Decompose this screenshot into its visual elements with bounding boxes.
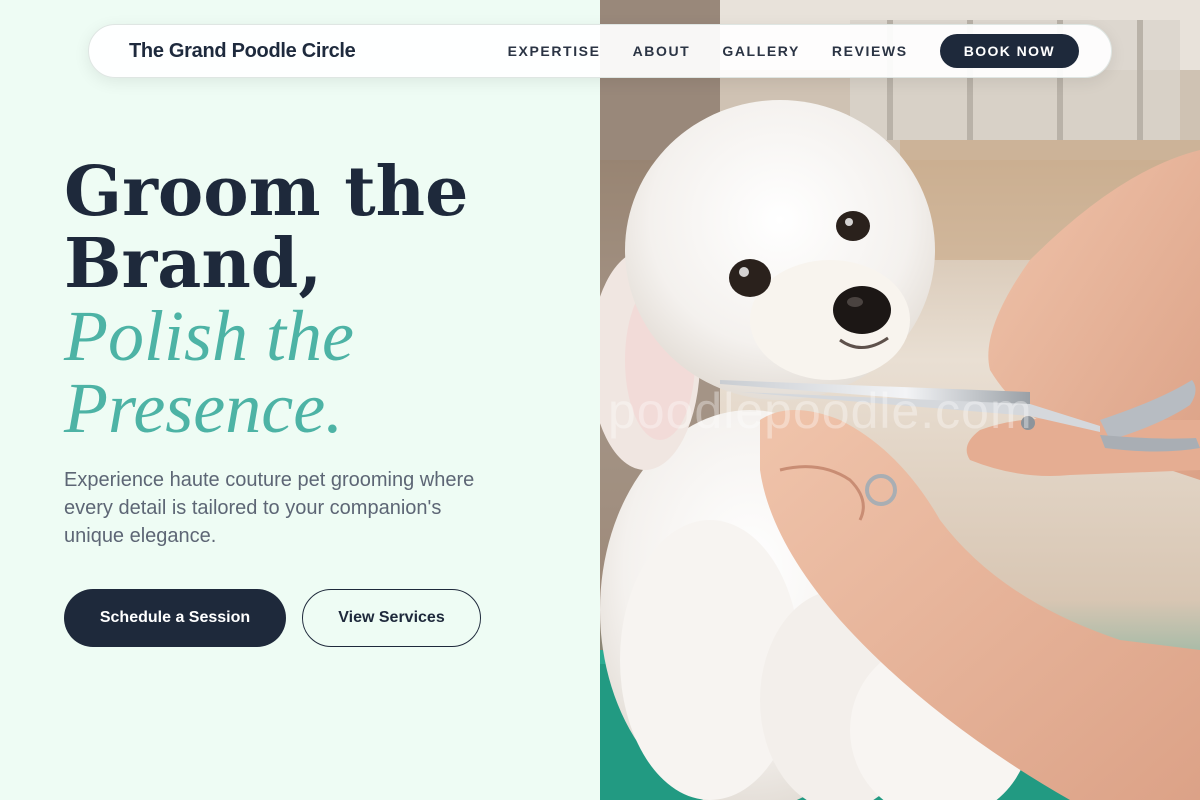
schedule-session-button[interactable]: Schedule a Session (64, 589, 286, 647)
view-services-button[interactable]: View Services (302, 589, 481, 647)
hero-headline: Groom the Brand, Polish the Presence. (64, 156, 468, 444)
book-now-button[interactable]: BOOK NOW (939, 34, 1079, 68)
headline-line-1: Groom the (64, 152, 469, 232)
nav-link-about[interactable]: ABOUT (633, 43, 691, 59)
headline-line-2: Brand, (64, 224, 323, 304)
brand-logo[interactable]: The Grand Poodle Circle (129, 40, 356, 63)
nav-link-expertise[interactable]: EXPERTISE (508, 43, 601, 59)
top-nav: The Grand Poodle Circle EXPERTISE ABOUT … (88, 24, 1112, 78)
hero-photo: poodlepoodle.com (600, 0, 1200, 800)
photo-watermark: poodlepoodle.com (608, 383, 1033, 439)
hero-subtitle: Experience haute couture pet grooming wh… (64, 469, 475, 547)
headline-accent-line-2: Presence. (64, 368, 344, 448)
nav-link-reviews[interactable]: REVIEWS (832, 43, 908, 59)
nav-links: EXPERTISE ABOUT GALLERY REVIEWS BOOK NOW (476, 34, 1079, 68)
nav-link-gallery[interactable]: GALLERY (722, 43, 800, 59)
headline-accent-line-1: Polish the (64, 296, 354, 376)
